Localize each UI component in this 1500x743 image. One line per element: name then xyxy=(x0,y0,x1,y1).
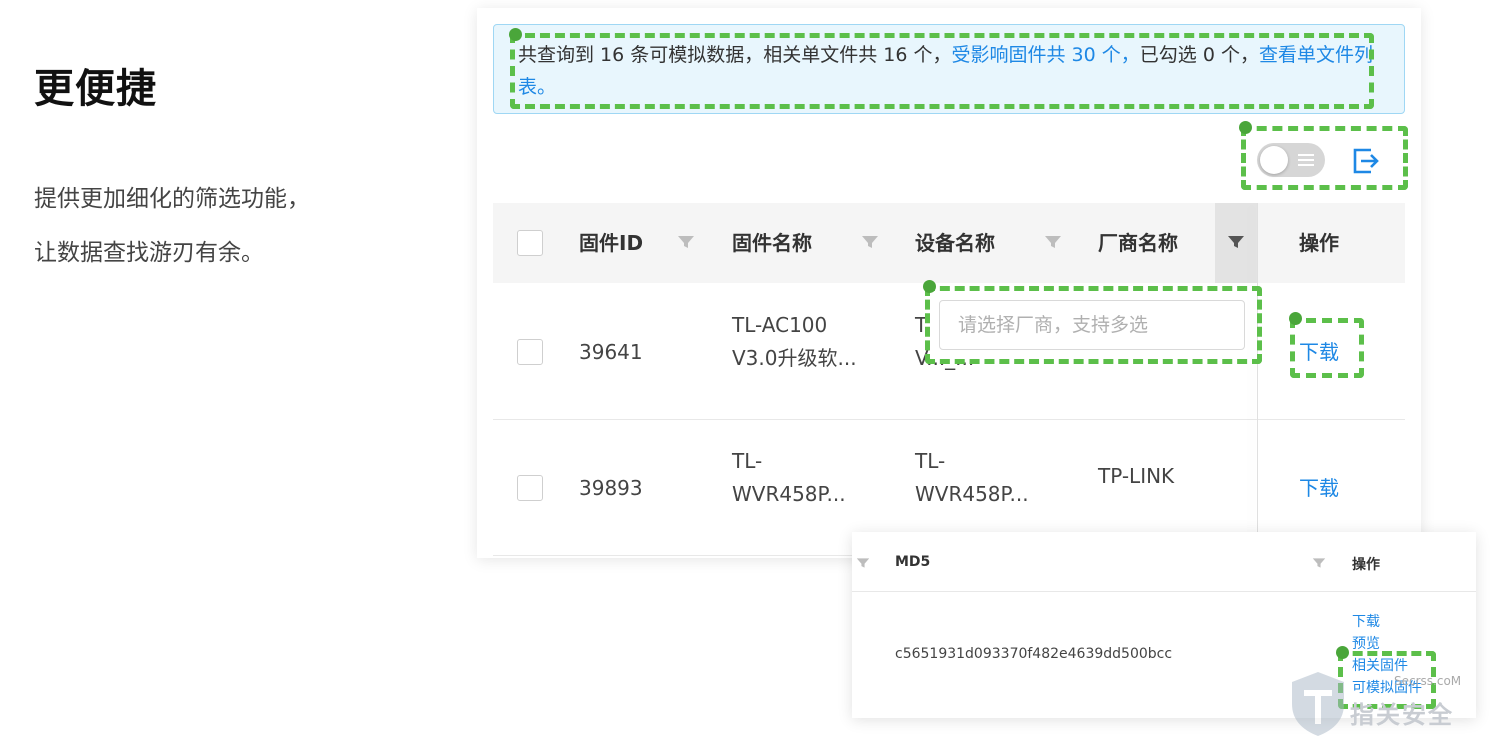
filter-icon[interactable] xyxy=(677,233,695,251)
column-action: 操作 xyxy=(1299,231,1339,255)
firmware-id: 39893 xyxy=(579,476,643,500)
highlight-dot xyxy=(1336,646,1349,659)
affected-firmware-link[interactable]: 受影响固件共 30 个， xyxy=(952,44,1140,66)
vendor-name: TP-LINK xyxy=(1098,464,1175,488)
column-firmware-id: 固件ID xyxy=(579,231,644,255)
highlight-dot xyxy=(509,28,522,41)
fixed-column-divider xyxy=(1257,203,1258,558)
row-checkbox[interactable] xyxy=(517,339,543,365)
vendor-filter-select[interactable]: 请选择厂商，支持多选 xyxy=(939,300,1245,350)
filter-icon[interactable] xyxy=(861,233,879,251)
feature-description: 提供更加细化的筛选功能， 让数据查找游刃有余。 xyxy=(34,172,310,280)
highlight-dot xyxy=(1239,121,1252,134)
highlight-dot xyxy=(923,280,936,293)
summary-text-2: 已勾选 0 个， xyxy=(1139,44,1259,66)
file-md5: c5651931d093370f482e4639dd500bcc xyxy=(895,646,1173,662)
select-all-checkbox[interactable] xyxy=(517,230,543,256)
description-line-2: 让数据查找游刃有余。 xyxy=(34,240,264,266)
toggle-knob xyxy=(1260,146,1288,174)
column-action: 操作 xyxy=(1352,557,1380,573)
device-name: TL- WVR458P... xyxy=(915,449,1029,506)
filter-icon[interactable] xyxy=(1044,233,1062,251)
firmware-id: 39641 xyxy=(579,340,643,364)
watermark-text: 指关安全 xyxy=(1350,701,1454,729)
file-table-header: MD5 操作 xyxy=(852,532,1476,592)
file-preview-link[interactable]: 预览 xyxy=(1352,633,1380,655)
filter-icon[interactable] xyxy=(1312,556,1326,570)
column-md5: MD5 xyxy=(895,554,931,570)
column-device-name: 设备名称 xyxy=(915,231,995,255)
download-link[interactable]: 下载 xyxy=(1299,336,1339,369)
firmware-name: TL- WVR458P... xyxy=(732,449,846,506)
watermark-url: Secrss.coM xyxy=(1394,674,1462,688)
file-download-link[interactable]: 下载 xyxy=(1352,611,1380,633)
highlight-dot xyxy=(1289,312,1302,325)
query-summary-banner: 共查询到 16 条可模拟数据，相关单文件共 16 个，受影响固件共 30 个，已… xyxy=(493,24,1405,114)
firmware-name: TL-AC100 V3.0升级软... xyxy=(732,313,857,370)
list-toggle-switch[interactable] xyxy=(1257,143,1325,177)
firmware-table-panel: 共查询到 16 条可模拟数据，相关单文件共 16 个，受影响固件共 30 个，已… xyxy=(477,8,1421,558)
page-headline: 更便捷 xyxy=(34,66,157,112)
column-firmware-name: 固件名称 xyxy=(732,231,812,255)
download-link[interactable]: 下载 xyxy=(1299,472,1339,505)
list-toggle-icon xyxy=(1298,154,1314,169)
export-icon[interactable] xyxy=(1349,145,1381,177)
filter-icon-active[interactable] xyxy=(1227,233,1245,251)
description-line-1: 提供更加细化的筛选功能， xyxy=(34,186,310,212)
table-header: 固件ID 固件名称 设备名称 厂商名称 操作 xyxy=(493,203,1405,283)
row-checkbox[interactable] xyxy=(517,475,543,501)
summary-text-1: 共查询到 16 条可模拟数据，相关单文件共 16 个， xyxy=(518,44,952,66)
column-vendor-name: 厂商名称 xyxy=(1098,231,1178,255)
filter-icon[interactable] xyxy=(856,556,870,570)
